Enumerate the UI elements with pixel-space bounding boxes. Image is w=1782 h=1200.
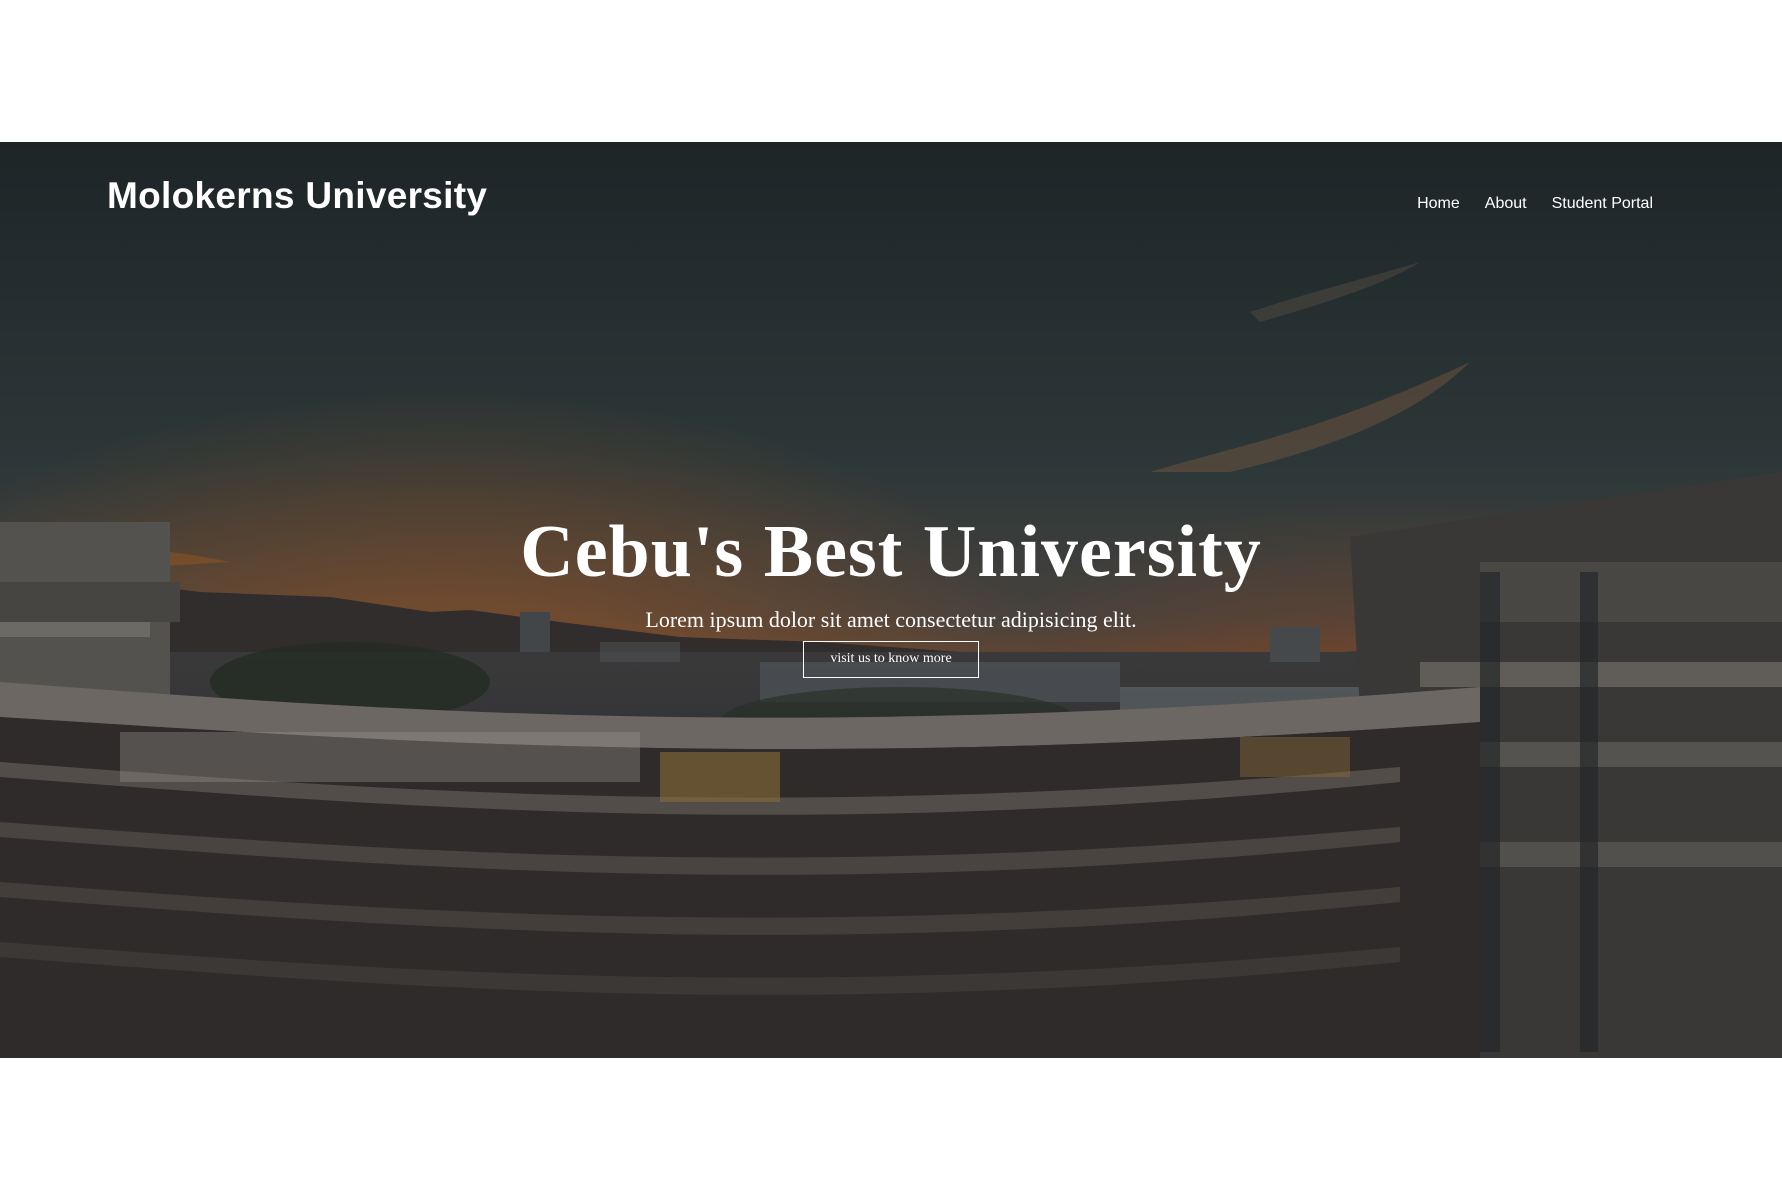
nav-link-student-portal[interactable]: Student Portal (1552, 195, 1653, 212)
nav-item-home: Home (1417, 195, 1460, 213)
hero-subtitle: Lorem ipsum dolor sit amet consectetur a… (645, 607, 1137, 633)
nav-link-home[interactable]: Home (1417, 195, 1460, 212)
nav-item-about: About (1485, 195, 1527, 213)
hero-section: Molokerns University Home About Student … (0, 142, 1782, 1058)
page: Molokerns University Home About Student … (0, 0, 1782, 1200)
visit-us-button[interactable]: visit us to know more (803, 640, 979, 678)
nav-link-about[interactable]: About (1485, 195, 1527, 212)
hero-title: Cebu's Best University (520, 511, 1262, 593)
brand-logo-text[interactable]: Molokerns University (107, 175, 487, 217)
nav-links: Home About Student Portal (1417, 195, 1653, 213)
hero-content: Cebu's Best University Lorem ipsum dolor… (0, 511, 1782, 678)
navbar: Molokerns University Home About Student … (0, 142, 1782, 252)
nav-item-student-portal: Student Portal (1552, 195, 1653, 213)
